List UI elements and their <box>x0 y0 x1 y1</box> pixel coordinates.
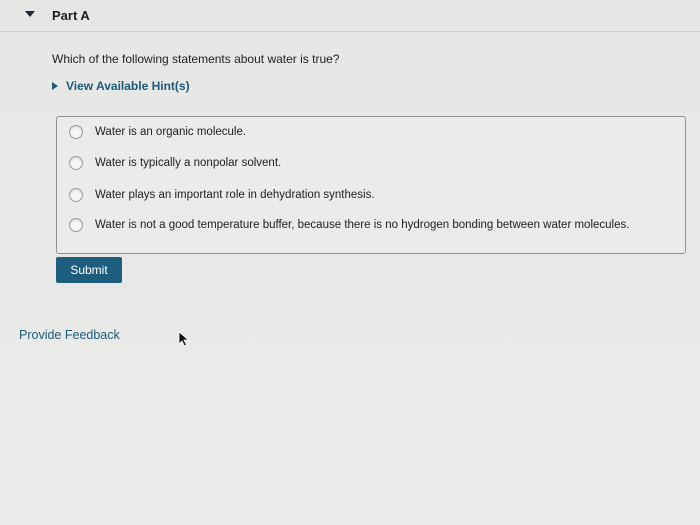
answer-option-text: Water is not a good temperature buffer, … <box>95 219 630 231</box>
provide-feedback-link[interactable]: Provide Feedback <box>19 328 120 342</box>
radio-button[interactable] <box>69 156 83 170</box>
header-divider <box>0 31 700 32</box>
answer-option-text: Water plays an important role in dehydra… <box>95 189 375 201</box>
mouse-cursor-icon <box>178 331 190 347</box>
answer-option-text: Water is typically a nonpolar solvent. <box>95 157 282 169</box>
radio-button[interactable] <box>69 188 83 202</box>
answer-options: Water is an organic molecule. Water is t… <box>56 116 686 254</box>
view-hints-link[interactable]: View Available Hint(s) <box>52 79 190 93</box>
submit-button[interactable]: Submit <box>56 257 122 283</box>
answer-option[interactable]: Water is an organic molecule. <box>69 125 246 139</box>
radio-button[interactable] <box>69 125 83 139</box>
radio-button[interactable] <box>69 218 83 232</box>
expand-caret-icon <box>52 82 58 90</box>
part-title: Part A <box>52 8 90 23</box>
part-header[interactable]: Part A <box>0 0 700 28</box>
answer-option-text: Water is an organic molecule. <box>95 126 247 138</box>
answer-option[interactable]: Water is typically a nonpolar solvent. <box>69 156 281 170</box>
collapse-caret-icon[interactable] <box>25 11 35 17</box>
answer-option[interactable]: Water is not a good temperature buffer, … <box>69 218 629 232</box>
question-text: Which of the following statements about … <box>52 52 340 66</box>
answer-option[interactable]: Water plays an important role in dehydra… <box>69 188 375 202</box>
view-hints-label: View Available Hint(s) <box>66 79 190 93</box>
